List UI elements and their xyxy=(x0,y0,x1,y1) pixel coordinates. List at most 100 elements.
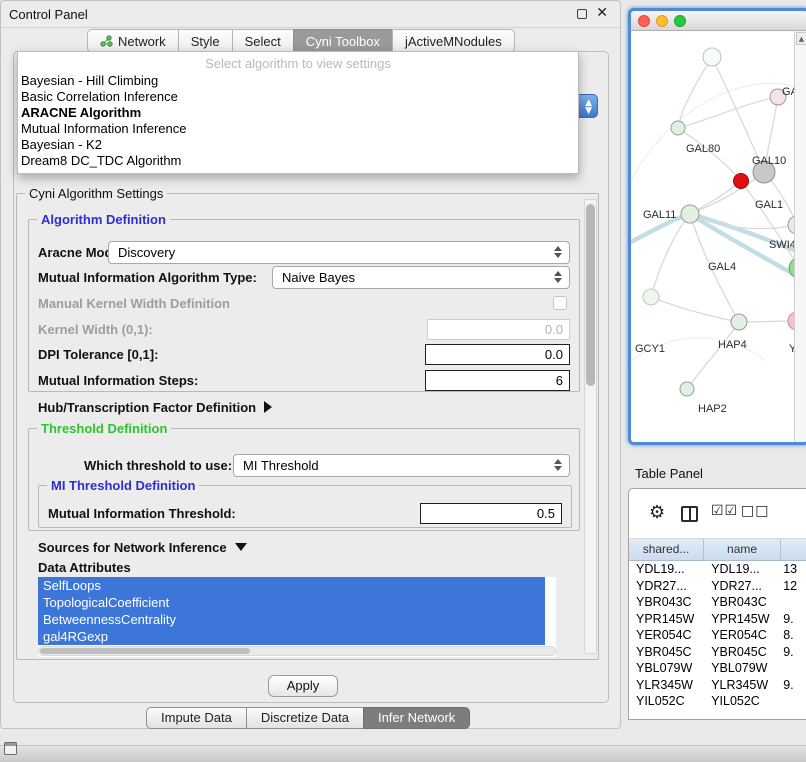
column-header-extra[interactable] xyxy=(781,539,806,560)
combo-arrows-icon xyxy=(554,246,562,258)
network-window-titlebar[interactable] xyxy=(631,11,806,31)
unchecked-boxes-icon[interactable]: □□ xyxy=(741,503,769,519)
mi-threshold-group-title: MI Threshold Definition xyxy=(47,478,199,493)
threshold-definition-title: Threshold Definition xyxy=(37,421,171,436)
mi-threshold-label: Mutual Information Threshold: xyxy=(48,506,236,521)
svg-text:GAL80: GAL80 xyxy=(686,143,720,155)
minimized-panel-icon[interactable] xyxy=(4,742,17,755)
columns-icon[interactable] xyxy=(681,506,698,522)
attributes-hscrollbar[interactable] xyxy=(38,646,556,656)
table-row[interactable]: YER054CYER054C8. xyxy=(629,627,806,644)
settings-scrollbar-thumb[interactable] xyxy=(586,204,595,386)
table-row[interactable]: YLR345WYLR345W9. xyxy=(629,677,806,694)
combo-arrows-icon xyxy=(554,271,562,283)
manual-kernel-label: Manual Kernel Width Definition xyxy=(38,296,230,311)
algorithm-option[interactable]: Bayesian - K2 xyxy=(18,137,578,153)
table-panel-window: ⚙ ☑☑ □□ shared... name YDL19...YDL19...1… xyxy=(628,488,806,720)
algorithm-option[interactable]: Dream8 DC_TDC Algorithm xyxy=(18,153,578,169)
manual-kernel-checkbox[interactable] xyxy=(553,296,567,310)
table-row[interactable]: YDR27...YDR27...12 xyxy=(629,578,806,595)
tab-jactivemodules[interactable]: jActiveMNodules xyxy=(392,29,515,53)
aracne-mode-select[interactable]: Discovery xyxy=(108,241,570,264)
control-panel-titlebar[interactable]: Control Panel ✕ xyxy=(1,1,620,28)
table-row[interactable]: YBL079WYBL079W xyxy=(629,660,806,677)
network-node-gal10[interactable] xyxy=(734,174,749,189)
attributes-hscrollbar-thumb[interactable] xyxy=(40,648,250,654)
apply-button[interactable]: Apply xyxy=(268,675,338,697)
algorithm-option[interactable]: Basic Correlation Inference xyxy=(18,89,578,105)
svg-text:HAP2: HAP2 xyxy=(698,403,727,415)
algorithm-option[interactable]: Bayesian - Hill Climbing xyxy=(18,73,578,89)
network-graph: GAL GAL80 GAL10 GAL11 GAL1 SWI4 GAL4 GCY… xyxy=(631,31,794,442)
table-body: YDL19...YDL19...13 YDR27...YDR27...12 YB… xyxy=(629,561,806,710)
svg-text:GAL4: GAL4 xyxy=(708,261,736,273)
network-node[interactable] xyxy=(681,205,699,223)
table-panel-title: Table Panel xyxy=(635,466,703,481)
table-row[interactable]: YPR145WYPR145W9. xyxy=(629,611,806,628)
minimize-traffic-light[interactable] xyxy=(656,15,668,27)
tab-select[interactable]: Select xyxy=(232,29,293,53)
attribute-item[interactable]: TopologicalCoefficient xyxy=(38,594,545,611)
mi-steps-label: Mutual Information Steps: xyxy=(38,373,198,388)
data-attributes-list[interactable]: SelfLoops TopologicalCoefficient Between… xyxy=(38,577,556,657)
tab-network[interactable]: Network xyxy=(87,29,178,53)
svg-text:GAL10: GAL10 xyxy=(752,155,786,167)
network-canvas[interactable]: GAL GAL80 GAL10 GAL11 GAL1 SWI4 GAL4 GCY… xyxy=(631,31,794,442)
aracne-mode-value: Discovery xyxy=(118,245,175,260)
tab-cyni-toolbox-label: Cyni Toolbox xyxy=(306,34,380,49)
algorithm-dropdown-popup: Select algorithm to view settings Bayesi… xyxy=(17,51,579,174)
hub-section-toggle[interactable]: Hub/Transcription Factor Definition xyxy=(38,400,272,415)
mi-threshold-field[interactable]: 0.5 xyxy=(420,503,562,524)
close-traffic-light[interactable] xyxy=(638,15,650,27)
tab-impute-data[interactable]: Impute Data xyxy=(146,707,246,729)
table-row[interactable]: YBR045CYBR045C9. xyxy=(629,644,806,661)
combo-arrows-icon xyxy=(554,459,562,471)
network-node[interactable] xyxy=(680,382,694,396)
tab-cyni-toolbox[interactable]: Cyni Toolbox xyxy=(293,29,392,53)
attribute-item[interactable]: gal4RGexp xyxy=(38,628,545,645)
algorithm-option[interactable]: Mutual Information Inference xyxy=(18,121,578,137)
algorithm-option-selected[interactable]: ARACNE Algorithm xyxy=(18,105,578,121)
column-header-shared[interactable]: shared... xyxy=(629,539,704,560)
table-toolbar: ⚙ ☑☑ □□ xyxy=(629,489,806,539)
tab-style[interactable]: Style xyxy=(178,29,232,53)
tab-discretize-data[interactable]: Discretize Data xyxy=(246,707,363,729)
network-vscrollbar[interactable]: ▲ xyxy=(794,31,806,442)
checked-boxes-icon[interactable]: ☑☑ xyxy=(711,503,738,519)
kernel-width-field[interactable]: 0.0 xyxy=(427,319,570,340)
mi-steps-field[interactable]: 6 xyxy=(425,370,570,391)
which-threshold-select[interactable]: MI Threshold xyxy=(233,454,570,477)
sources-section-toggle[interactable]: Sources for Network Inference xyxy=(38,540,247,555)
float-window-icon[interactable] xyxy=(577,9,587,19)
network-view-window: GAL GAL80 GAL10 GAL11 GAL1 SWI4 GAL4 GCY… xyxy=(628,8,806,445)
dpi-tolerance-field[interactable]: 0.0 xyxy=(425,344,570,365)
close-icon[interactable]: ✕ xyxy=(596,5,608,21)
kernel-width-label: Kernel Width (0,1): xyxy=(38,322,153,337)
cyni-mode-tabs: Impute Data Discretize Data Infer Networ… xyxy=(146,707,470,729)
scroll-up-arrow-icon[interactable]: ▲ xyxy=(796,32,806,45)
network-node[interactable] xyxy=(671,121,685,135)
network-node[interactable] xyxy=(643,289,659,305)
tab-jactivemodules-label: jActiveMNodules xyxy=(405,34,502,49)
svg-text:GAL11: GAL11 xyxy=(643,209,676,221)
algorithm-definition-title: Algorithm Definition xyxy=(37,212,170,227)
tab-style-label: Style xyxy=(191,34,220,49)
desktop: Control Panel ✕ Network Style Select xyxy=(0,0,806,762)
network-icon xyxy=(100,35,113,47)
dropdown-placeholder[interactable]: Select algorithm to view settings xyxy=(18,55,578,73)
network-node[interactable] xyxy=(731,314,747,330)
settings-scrollbar[interactable] xyxy=(584,199,597,654)
table-row[interactable]: YIL052CYIL052C xyxy=(629,693,806,710)
mi-type-select[interactable]: Naive Bayes xyxy=(272,266,570,289)
column-header-name[interactable]: name xyxy=(704,539,781,560)
network-node[interactable] xyxy=(703,48,721,66)
attribute-item[interactable]: SelfLoops xyxy=(38,577,545,594)
mi-steps-value: 6 xyxy=(556,373,563,388)
zoom-traffic-light[interactable] xyxy=(674,15,686,27)
attribute-item[interactable]: BetweennessCentrality xyxy=(38,611,545,628)
tab-infer-network[interactable]: Infer Network xyxy=(363,707,470,729)
tab-network-label: Network xyxy=(118,34,166,49)
table-row[interactable]: YBR043CYBR043C xyxy=(629,594,806,611)
table-row[interactable]: YDL19...YDL19...13 xyxy=(629,561,806,578)
gear-icon[interactable]: ⚙ xyxy=(649,502,665,523)
